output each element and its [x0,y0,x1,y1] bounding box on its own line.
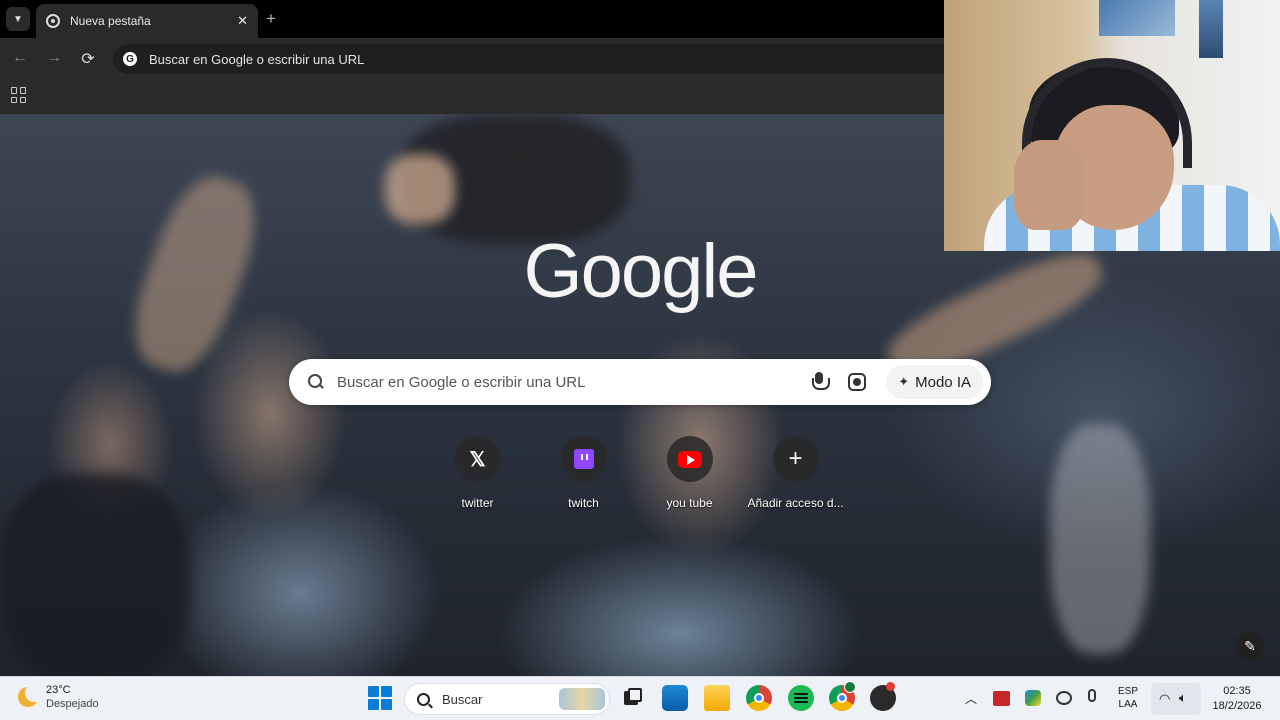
red-app-tray-icon[interactable] [993,691,1010,706]
shortcut-label: you tube [666,496,713,510]
twitch-icon [573,449,594,469]
weather-temp: 23°C [46,684,71,696]
clock-date: 18/2/2026 [1212,700,1262,712]
wall-poster [1099,0,1175,36]
shortcut-tile: + [772,436,819,482]
color-app-tray-icon[interactable] [1025,690,1041,706]
volume-icon: 🔈︎ [1179,690,1187,705]
plus-icon: + [788,445,803,472]
shortcut-tile: 𝕏 [454,436,501,482]
address-bar[interactable]: G Buscar en Google o escribir una URL [113,44,944,74]
taskbar-search[interactable]: Buscar [404,683,610,715]
google-lens-icon[interactable] [848,373,867,391]
google-logo: Google [523,229,758,314]
shortcut-add[interactable]: + Añadir acceso d... [747,436,844,510]
moon-icon [18,684,43,707]
ai-mode-label: Modo IA [915,373,971,391]
apps-grid-icon[interactable] [11,87,27,103]
taskbar: 23°C Despejado Buscar ︿ ESP LAA ◠ 🔈︎ 02:… [0,676,1280,720]
tab-title: Nueva pestaña [70,14,151,28]
language-code: ESP [1117,686,1138,697]
search-highlight-image [559,688,605,710]
x-icon: 𝕏 [469,448,486,471]
microphone-icon[interactable] [812,372,831,392]
clock[interactable]: 02:35 18/2/2026 [1206,684,1268,714]
wifi-icon: ◠ [1159,691,1171,706]
shortcut-label: twitch [568,496,599,510]
quick-settings-button[interactable]: ◠ 🔈︎ [1151,683,1201,715]
tab-search-button[interactable]: ▼ [6,7,30,31]
microsoft-store-icon[interactable] [662,685,688,711]
microphone-tray-icon[interactable] [1088,689,1096,702]
shortcut-tile [666,436,713,482]
dark-jacket-shape [0,474,190,676]
forward-button[interactable]: → [44,49,64,67]
google-icon: G [123,52,137,66]
chrome-icon [46,14,60,28]
search-icon [307,373,325,391]
weather-widget[interactable]: 23°C Despejado [18,683,99,711]
taskbar-search-label: Buscar [442,691,483,707]
search-placeholder: Buscar en Google o escribir una URL [337,373,586,391]
reload-button[interactable]: ⟳ [78,49,98,69]
webcam-overlay [944,0,1280,251]
file-explorer-icon[interactable] [704,685,730,711]
weather-condition: Despejado [46,698,99,710]
back-button[interactable]: ← [10,49,30,67]
tab-strip: ▼ Nueva pestaña ✕ + [0,0,944,38]
address-bar-text: Buscar en Google o escribir una URL [149,51,365,67]
person-hand [1014,140,1084,230]
chevron-up-icon[interactable]: ︿ [965,690,977,707]
shortcut-tile [560,436,607,482]
network-off-icon[interactable] [1056,691,1072,705]
new-tab-button[interactable]: + [266,9,276,29]
browser-toolbar: ← → ⟳ G Buscar en Google o escribir una … [0,38,944,80]
keyboard-layout: LAA [1118,699,1138,710]
left-arm-shape [118,164,272,384]
shortcut-label: twitter [461,496,494,510]
tab-new-tab[interactable]: Nueva pestaña ✕ [36,4,258,38]
close-icon[interactable]: ✕ [237,13,248,29]
obs-icon[interactable] [870,682,896,711]
raised-hand-shape [385,154,455,224]
shortcut-youtube[interactable]: you tube [648,436,731,510]
shortcuts-row: 𝕏 twitter twitch you tube + Añadir acces… [436,436,844,510]
ai-mode-button[interactable]: ✦ Modo IA [886,365,983,399]
background-light-shape [1050,424,1150,654]
shortcut-twitter[interactable]: 𝕏 twitter [436,436,519,510]
pencil-icon: ✎ [1244,637,1256,654]
language-indicator[interactable]: ESP LAA [1114,685,1142,711]
ntp-search-box[interactable]: Buscar en Google o escribir una URL ✦ Mo… [289,359,991,405]
bookmarks-bar [0,80,944,114]
search-icon [417,692,430,706]
youtube-icon [677,450,702,468]
spotify-icon[interactable] [788,685,814,711]
chevron-down-icon: ▼ [13,13,23,25]
shortcut-label: Añadir acceso d... [747,496,844,510]
task-view-icon[interactable] [619,685,645,711]
customize-chrome-button[interactable]: ✎ [1236,632,1264,660]
chrome-profile-icon[interactable] [829,681,856,711]
ai-search-icon: ✦ [898,374,910,389]
chrome-icon[interactable] [746,685,772,711]
clock-time: 02:35 [1223,685,1251,697]
wall-poster [1199,0,1223,58]
start-button[interactable] [368,686,392,710]
shortcut-twitch[interactable]: twitch [542,436,625,510]
